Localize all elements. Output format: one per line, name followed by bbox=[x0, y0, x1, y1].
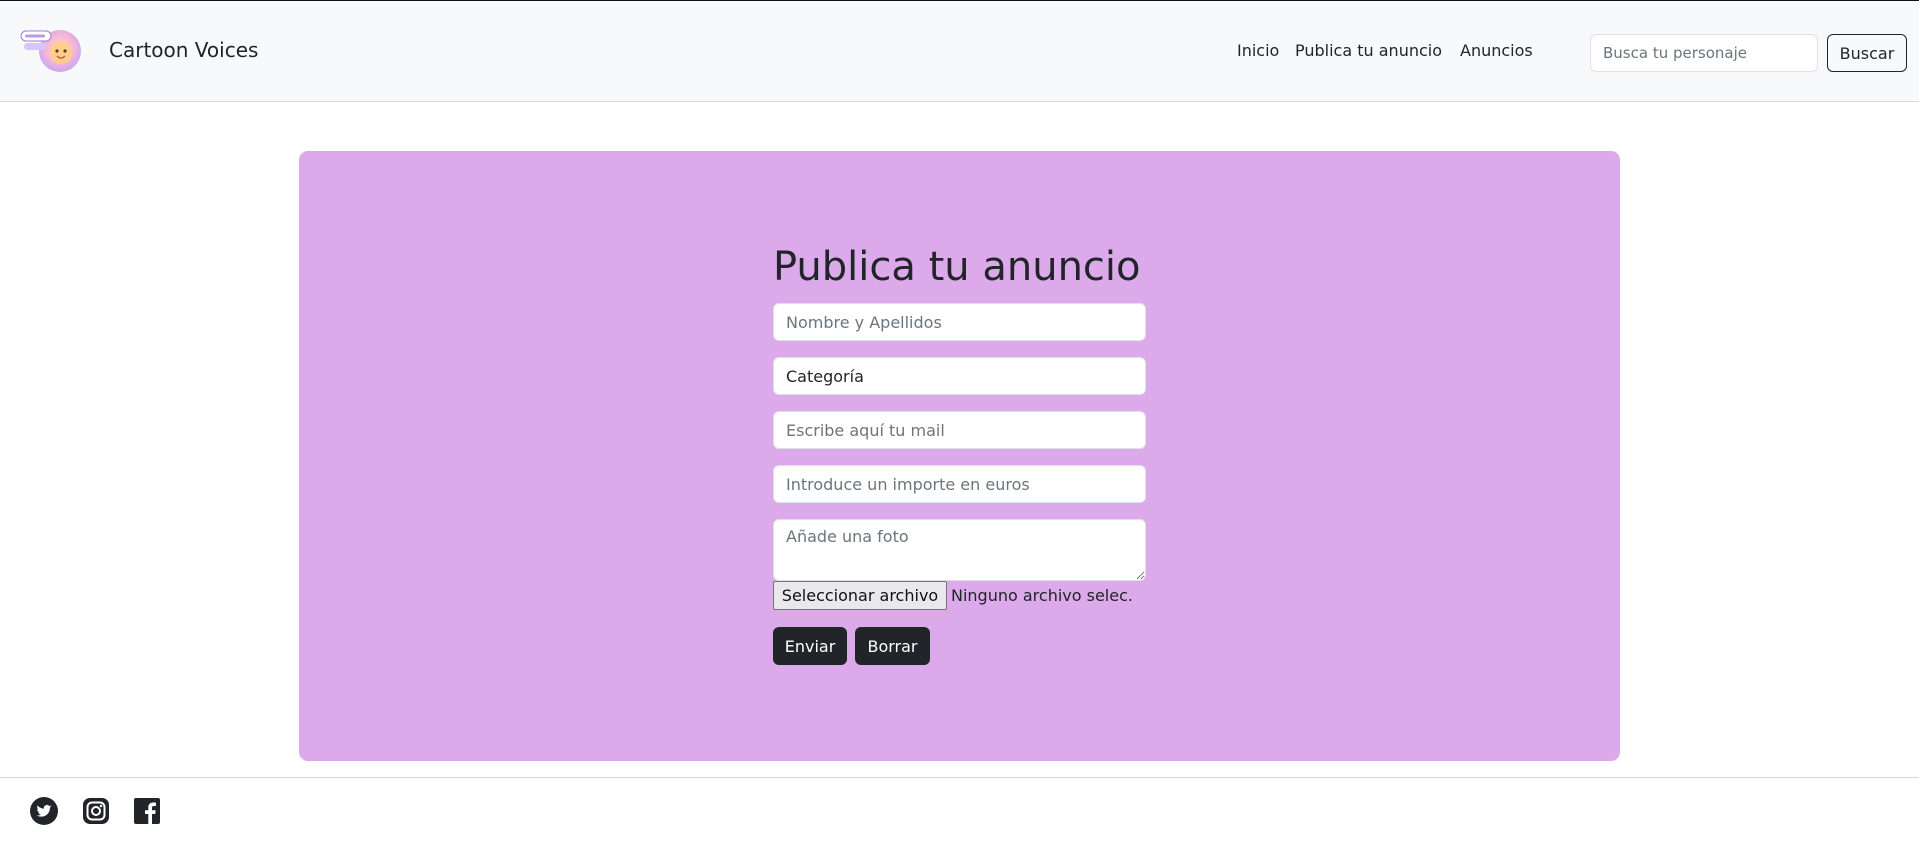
select-file-button[interactable]: Seleccionar archivo bbox=[773, 581, 947, 610]
nav-link-inicio[interactable]: Inicio bbox=[1237, 41, 1279, 60]
instagram-icon[interactable] bbox=[82, 797, 110, 825]
photo-textarea[interactable] bbox=[773, 519, 1146, 581]
nav-link-anuncios[interactable]: Anuncios bbox=[1460, 41, 1533, 60]
form-panel bbox=[299, 151, 1620, 761]
navbar: Cartoon Voices Inicio Publica tu anuncio… bbox=[0, 1, 1919, 102]
footer bbox=[0, 777, 1919, 858]
name-field[interactable] bbox=[773, 303, 1146, 341]
cartoon-face-logo-icon[interactable] bbox=[20, 25, 84, 73]
search-input[interactable] bbox=[1590, 34, 1818, 72]
search-button[interactable]: Buscar bbox=[1827, 34, 1907, 72]
amount-field[interactable] bbox=[773, 465, 1146, 503]
category-field[interactable] bbox=[773, 357, 1146, 395]
nav-link-publica-tu-anuncio[interactable]: Publica tu anuncio bbox=[1295, 41, 1442, 60]
reset-button[interactable]: Borrar bbox=[855, 627, 930, 665]
form-title: Publica tu anuncio bbox=[773, 244, 1141, 290]
brand-name[interactable]: Cartoon Voices bbox=[109, 38, 258, 62]
email-field[interactable] bbox=[773, 411, 1146, 449]
file-status-text: Ninguno archivo selec. bbox=[951, 586, 1133, 605]
facebook-icon[interactable] bbox=[133, 797, 161, 825]
submit-button[interactable]: Enviar bbox=[773, 627, 847, 665]
twitter-icon[interactable] bbox=[30, 797, 58, 825]
